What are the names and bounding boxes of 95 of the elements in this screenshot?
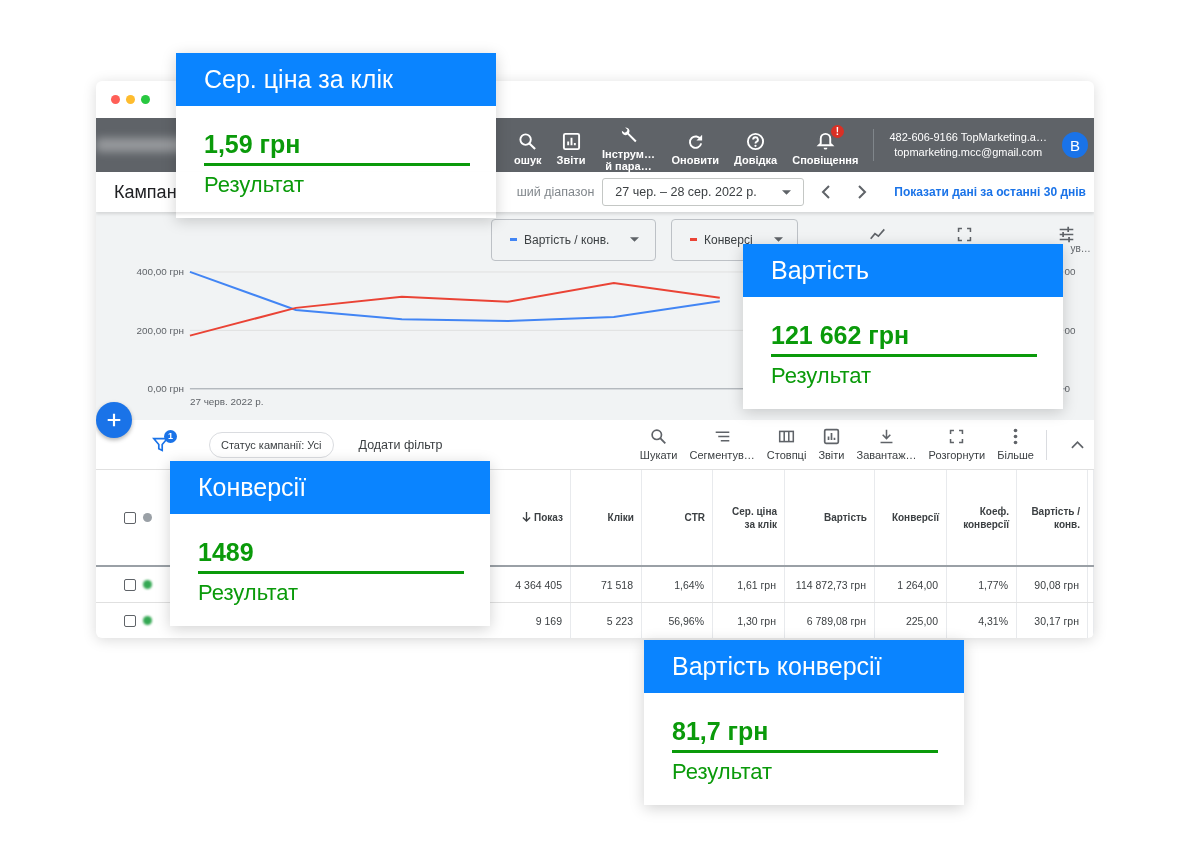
close-dot-icon[interactable] bbox=[111, 95, 120, 104]
callout-title: Конверсії bbox=[170, 461, 490, 514]
table-cell: 1,64% bbox=[642, 567, 713, 602]
range-label: ший діапазон bbox=[516, 185, 595, 199]
table-cell: 9 169 bbox=[503, 603, 571, 638]
column-header[interactable]: Конверсії bbox=[875, 470, 947, 565]
avatar[interactable]: B bbox=[1062, 132, 1088, 158]
sort-arrow-icon bbox=[522, 512, 532, 523]
table-action-button[interactable]: Стовпці bbox=[766, 428, 807, 461]
zoom-dot-icon[interactable] bbox=[141, 95, 150, 104]
table-action-button[interactable]: Розгорнути bbox=[928, 428, 986, 461]
table-action-button[interactable]: Сегментув… bbox=[689, 428, 755, 461]
y-axis-label: 200,00 грн bbox=[136, 324, 184, 336]
row-checkbox[interactable] bbox=[124, 578, 136, 591]
adjust-label: ув… bbox=[1070, 243, 1091, 254]
y-axis-label: 0,00 грн bbox=[147, 382, 184, 394]
column-header[interactable]: Вартість / конв. bbox=[1017, 470, 1088, 565]
fullscreen-icon bbox=[948, 428, 966, 445]
help-icon bbox=[746, 132, 766, 151]
table-action-button[interactable]: Звіти bbox=[818, 428, 845, 461]
x-axis-label: 27 черв. 2022 р. bbox=[189, 395, 264, 407]
callout-title: Вартість конверсії bbox=[644, 640, 964, 693]
table-cell: 1 264,00 bbox=[875, 567, 947, 602]
toolbar-button[interactable]: ошук bbox=[514, 124, 542, 166]
table-cell: 90,08 грн bbox=[1017, 567, 1088, 602]
toolbar-button[interactable]: Оновити bbox=[671, 124, 720, 166]
table-cell: 1,77% bbox=[947, 567, 1017, 602]
table-cell: 6 789,08 грн bbox=[785, 603, 875, 638]
table-cell: 71 518 bbox=[571, 567, 642, 602]
table-cell: 1,61 грн bbox=[713, 567, 785, 602]
right-axis-label: 0 bbox=[1064, 382, 1070, 394]
account-email: topmarketing.mcc@gmail.com bbox=[894, 145, 1043, 160]
callout-caption: Результат bbox=[672, 759, 774, 785]
page-title: Кампан bbox=[114, 181, 177, 203]
select-all-checkbox[interactable] bbox=[124, 511, 136, 524]
notification-badge: ! bbox=[830, 125, 844, 138]
caret-icon bbox=[630, 237, 640, 243]
toolbar-button[interactable]: Довідка bbox=[734, 124, 778, 166]
table-action-button[interactable]: Шукати bbox=[639, 428, 678, 461]
table-cell: 225,00 bbox=[875, 603, 947, 638]
bell-icon bbox=[815, 132, 835, 151]
next-icon[interactable] bbox=[857, 184, 868, 200]
columns-icon bbox=[778, 428, 796, 445]
column-header[interactable]: Показ bbox=[503, 470, 571, 565]
table-cell: 114 872,73 грн bbox=[785, 567, 875, 602]
search-icon bbox=[650, 428, 668, 445]
table-action-button[interactable]: Завантаж… bbox=[856, 428, 917, 461]
column-header[interactable]: Кліки bbox=[571, 470, 642, 565]
callout-value: 1,59 грн bbox=[204, 130, 470, 166]
callout-value: 1489 bbox=[198, 538, 464, 574]
add-button[interactable] bbox=[96, 402, 132, 438]
search-icon bbox=[518, 132, 538, 151]
table-cell: 1,30 грн bbox=[713, 603, 785, 638]
sliders-icon[interactable] bbox=[1058, 226, 1076, 243]
callout-title: Сер. ціна за клік bbox=[176, 53, 496, 106]
right-axis-label: 00 bbox=[1064, 324, 1076, 336]
right-axis-label: 00 bbox=[1064, 265, 1076, 277]
collapse-caret-icon[interactable] bbox=[1071, 440, 1084, 449]
callout-value: 81,7 грн bbox=[672, 717, 938, 753]
bar-chart-icon bbox=[822, 428, 840, 445]
lines-icon bbox=[713, 428, 731, 445]
toolbar-button[interactable]: Інструм… й пара… bbox=[600, 118, 657, 172]
add-filter-button[interactable]: Додати фільтр bbox=[358, 437, 443, 452]
column-header[interactable]: Сер. ціна за клік bbox=[713, 470, 785, 565]
table-cell: 4 364 405 bbox=[503, 567, 571, 602]
y-axis-label: 400,00 грн bbox=[136, 265, 184, 277]
table-cell: 4,31% bbox=[947, 603, 1017, 638]
minimize-dot-icon[interactable] bbox=[126, 95, 135, 104]
callout-caption: Результат bbox=[204, 172, 306, 198]
callout-title: Вартість bbox=[743, 244, 1063, 297]
callout-caption: Результат bbox=[771, 363, 873, 389]
status-header-icon bbox=[143, 513, 152, 522]
account-id: 482-606-9166 TopMarketing.a… bbox=[889, 130, 1047, 145]
toolbar-button[interactable]: Звіти bbox=[556, 124, 586, 166]
filter-count-badge: 1 bbox=[164, 430, 177, 443]
previous-icon[interactable] bbox=[821, 184, 832, 200]
column-header[interactable]: Вартість bbox=[785, 470, 875, 565]
callout-caption: Результат bbox=[198, 580, 300, 606]
toolbar-button[interactable]: ! Сповіщення bbox=[792, 124, 859, 166]
column-header[interactable]: Коеф. конверсії bbox=[947, 470, 1017, 565]
column-header[interactable]: CTR bbox=[642, 470, 713, 565]
table-cell: 30,17 грн bbox=[1017, 603, 1088, 638]
table-cell: 5 223 bbox=[571, 603, 642, 638]
table-action-button[interactable]: Більше bbox=[997, 428, 1034, 461]
caret-icon bbox=[782, 189, 792, 195]
fullscreen-icon bbox=[955, 226, 973, 243]
callout-value: 121 662 грн bbox=[771, 321, 1037, 357]
metric-select[interactable]: Вартість / конв. bbox=[491, 218, 656, 261]
plus-icon bbox=[105, 411, 123, 429]
last-30-days-link[interactable]: Показати дані за останні 30 днів bbox=[894, 185, 1086, 199]
bar-chart-icon bbox=[561, 132, 581, 151]
row-checkbox[interactable] bbox=[124, 614, 136, 627]
date-range-select[interactable]: 27 чер. – 28 сер. 2022 р. bbox=[602, 178, 805, 206]
table-cell: 56,96% bbox=[642, 603, 713, 638]
more-icon bbox=[1013, 428, 1019, 445]
